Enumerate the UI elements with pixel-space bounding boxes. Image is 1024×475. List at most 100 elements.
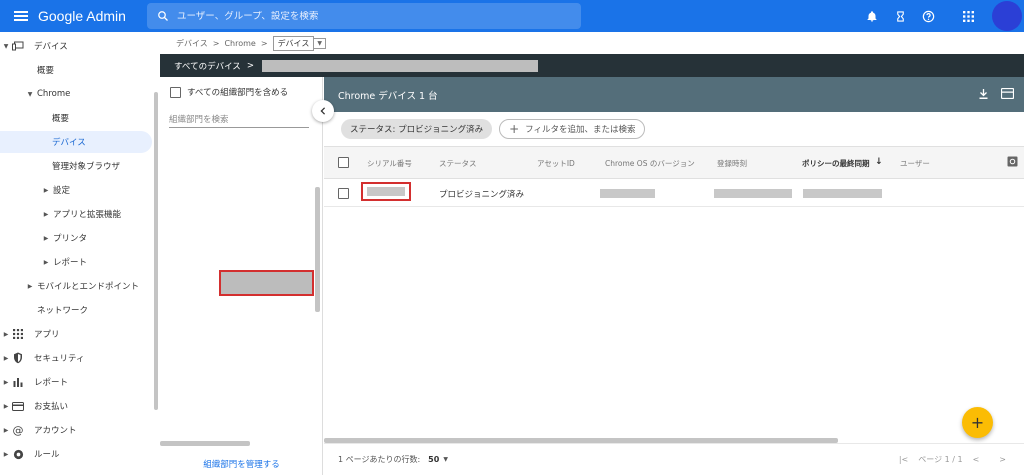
table-row[interactable]: プロビジョニング済み — [324, 179, 1024, 207]
chevron-down-icon[interactable]: ▼ — [314, 37, 326, 49]
help-icon[interactable] — [920, 8, 936, 24]
expand-caret-icon[interactable]: ▶ — [2, 331, 10, 338]
download-icon[interactable] — [978, 88, 989, 100]
column-asset-id[interactable]: アセットID — [537, 158, 575, 169]
add-filter-chip[interactable]: + フィルタを追加、または検索 — [499, 119, 646, 139]
first-page-icon[interactable]: |< — [899, 455, 908, 464]
nav-item-billing[interactable]: ▶ お支払い — [0, 395, 152, 417]
search-bar[interactable] — [147, 3, 581, 29]
breadcrumb-current[interactable]: デバイス — [272, 35, 315, 51]
breadcrumb-item-chrome[interactable]: Chrome — [224, 39, 255, 48]
rows-per-page-select[interactable]: 50 — [428, 455, 439, 464]
nav-item-settings[interactable]: ▶ 設定 — [0, 179, 152, 201]
collapse-panel-button[interactable] — [312, 100, 334, 122]
row-checkbox[interactable] — [338, 188, 349, 199]
devices-title: Chrome デバイス 1 台 — [338, 90, 438, 102]
nav-label: セキュリティ — [34, 354, 85, 364]
org-unit-panel: すべての組織部門を含める 組織部門を管理する — [160, 77, 323, 475]
nav-label: 設定 — [53, 186, 71, 196]
apps-grid-icon[interactable] — [960, 8, 976, 24]
org-root-label[interactable]: すべてのデバイス — [174, 60, 241, 72]
expand-caret-icon[interactable]: ▼ — [26, 91, 34, 98]
nav-item-chrome-overview[interactable]: 概要 — [0, 107, 152, 129]
nav-item-managed-browsers[interactable]: 管理対象ブラウザ — [0, 155, 152, 177]
status-filter-chip[interactable]: ステータス: プロビジョニング済み — [341, 119, 493, 139]
nav-item-mobile-endpoints[interactable]: ▶ モバイルとエンドポイント — [0, 275, 152, 297]
nav-label: 概要 — [52, 114, 70, 124]
nav-label: プリンタ — [53, 234, 88, 244]
apps-icon — [12, 328, 24, 340]
brand-logo[interactable]: Google Admin — [38, 8, 126, 24]
bar-chart-icon — [12, 376, 24, 388]
expand-caret-icon[interactable]: ▼ — [2, 43, 10, 50]
card-icon — [12, 400, 24, 412]
row-status: プロビジョニング済み — [439, 190, 525, 200]
plus-icon: + — [509, 122, 520, 136]
nav-item-rules[interactable]: ▶ ルール — [0, 443, 152, 465]
bell-icon[interactable] — [864, 8, 880, 24]
nav-item-overview[interactable]: 概要 — [0, 59, 152, 81]
column-serial[interactable]: シリアル番号 — [367, 158, 412, 169]
prev-page-icon[interactable]: < — [973, 455, 980, 464]
expand-caret-icon[interactable]: ▶ — [26, 283, 34, 290]
nav-scrollbar[interactable] — [154, 92, 158, 410]
column-enrollment-time[interactable]: 登録時刻 — [717, 158, 747, 169]
include-all-org-units[interactable]: すべての組織部門を含める — [170, 86, 288, 98]
column-status[interactable]: ステータス — [439, 158, 477, 169]
next-page-icon[interactable]: > — [999, 455, 1006, 464]
include-all-label: すべての組織部門を含める — [187, 88, 289, 98]
expand-caret-icon[interactable]: ▶ — [42, 259, 50, 266]
columns-icon[interactable] — [1001, 88, 1014, 100]
org-unit-search-input[interactable] — [169, 113, 309, 128]
avatar[interactable] — [992, 1, 1022, 31]
nav-label: 管理対象ブラウザ — [52, 162, 121, 172]
nav-label: モバイルとエンドポイント — [37, 282, 140, 292]
add-fab-button[interactable]: + — [962, 407, 993, 438]
redacted-serial-number[interactable] — [361, 182, 411, 201]
sort-arrow-icon[interactable]: ↓ — [875, 157, 883, 167]
column-os-version[interactable]: Chrome OS のバージョン — [605, 158, 695, 169]
expand-caret-icon[interactable]: ▶ — [2, 427, 10, 434]
nav-label: レポート — [53, 258, 88, 268]
nav-item-network[interactable]: ネットワーク — [0, 299, 152, 321]
nav-item-account[interactable]: ▶ @ アカウント — [0, 419, 152, 441]
expand-caret-icon[interactable]: ▶ — [2, 403, 10, 410]
settings-icon[interactable] — [1007, 156, 1018, 170]
nav-item-chrome[interactable]: ▼ Chrome — [0, 83, 152, 105]
expand-caret-icon[interactable]: ▶ — [42, 235, 50, 242]
breadcrumb: デバイス > Chrome > デバイス ▼ — [160, 32, 1024, 54]
nav-item-chrome-reports[interactable]: ▶ レポート — [0, 251, 152, 273]
nav-item-chrome-devices[interactable]: デバイス — [0, 131, 152, 153]
search-input[interactable] — [177, 10, 557, 22]
org-panel-hscrollbar[interactable] — [160, 441, 250, 446]
nav-label: レポート — [34, 378, 69, 388]
nav-label: Chrome — [37, 89, 71, 99]
nav-item-reports[interactable]: ▶ レポート — [0, 371, 152, 393]
org-panel-scrollbar[interactable] — [315, 187, 320, 312]
hourglass-icon[interactable] — [892, 8, 908, 24]
nav-item-devices[interactable]: ▼ デバイス — [0, 35, 152, 57]
column-last-policy-sync[interactable]: ポリシーの最終同期 — [802, 158, 870, 169]
manage-org-units-link[interactable]: 組織部門を管理する — [160, 458, 323, 470]
breadcrumb-item-devices[interactable]: デバイス — [176, 38, 208, 49]
include-all-checkbox[interactable] — [170, 86, 181, 98]
nav-item-security[interactable]: ▶ セキュリティ — [0, 347, 152, 369]
devices-header: Chrome デバイス 1 台 — [324, 77, 1024, 112]
column-user[interactable]: ユーザー — [900, 158, 930, 169]
menu-icon[interactable] — [14, 11, 28, 21]
select-all-checkbox[interactable] — [338, 157, 349, 168]
nav-label: アカウント — [34, 426, 77, 436]
nav-item-apps[interactable]: ▶ アプリ — [0, 323, 152, 345]
chevron-down-icon[interactable]: ▼ — [443, 456, 448, 463]
nav-item-apps-extensions[interactable]: ▶ アプリと拡張機能 — [0, 203, 152, 225]
expand-caret-icon[interactable]: ▶ — [42, 187, 50, 194]
redacted-org-unit[interactable] — [219, 270, 314, 296]
nav-item-printers[interactable]: ▶ プリンタ — [0, 227, 152, 249]
devices-icon — [12, 40, 24, 52]
expand-caret-icon[interactable]: ▶ — [2, 379, 10, 386]
redacted-org-path — [261, 59, 538, 72]
expand-caret-icon[interactable]: ▶ — [42, 211, 50, 218]
table-footer: 1 ページあたりの行数: 50 ▼ |< ページ 1 / 1 < > — [324, 443, 1024, 475]
expand-caret-icon[interactable]: ▶ — [2, 451, 10, 458]
expand-caret-icon[interactable]: ▶ — [2, 355, 10, 362]
